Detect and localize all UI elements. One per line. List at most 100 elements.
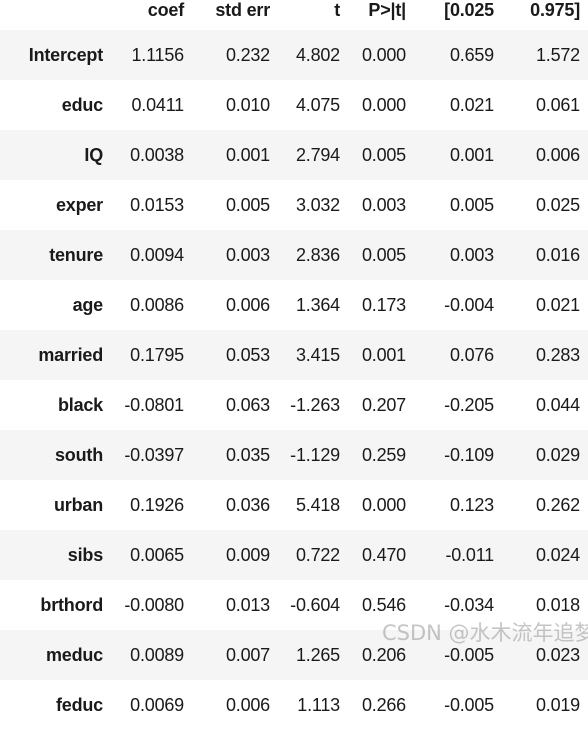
cell-std-err: 0.009: [192, 530, 278, 580]
cell-coef: 0.0038: [112, 130, 192, 180]
table-header-row: coef std err t P>|t| [0.025 0.975]: [0, 0, 588, 30]
column-header-ci-high: 0.975]: [530, 0, 580, 20]
cell-ci-low: -0.005: [414, 630, 502, 680]
cell-ci-high: 0.023: [502, 630, 588, 680]
cell-ci-high: 0.018: [502, 580, 588, 630]
table-row: age 0.0086 0.006 1.364 0.173 -0.004 0.021: [0, 280, 588, 330]
cell-t: 5.418: [278, 480, 348, 530]
cell-pvalue: 0.206: [348, 630, 414, 680]
cell-t: 1.113: [278, 680, 348, 730]
cell-coef: 0.1926: [112, 480, 192, 530]
column-header-ci-low: [0.025: [444, 0, 494, 20]
cell-coef: 1.1156: [112, 30, 192, 80]
cell-t: 1.265: [278, 630, 348, 680]
cell-pvalue: 0.000: [348, 30, 414, 80]
cell-t: 4.075: [278, 80, 348, 130]
cell-pvalue: 0.005: [348, 130, 414, 180]
cell-t: 3.032: [278, 180, 348, 230]
cell-ci-low: 0.005: [414, 180, 502, 230]
table-row: brthord -0.0080 0.013 -0.604 0.546 -0.034 0.01…: [0, 580, 588, 630]
row-label: black: [0, 380, 112, 430]
cell-coef: -0.0080: [112, 580, 192, 630]
cell-ci-high: 0.029: [502, 430, 588, 480]
cell-t: 2.794: [278, 130, 348, 180]
cell-ci-low: -0.205: [414, 380, 502, 430]
cell-ci-high: 0.061: [502, 80, 588, 130]
table-row: IQ 0.0038 0.001 2.794 0.005 0.001 0.006: [0, 130, 588, 180]
cell-coef: 0.0411: [112, 80, 192, 130]
cell-coef: 0.0089: [112, 630, 192, 680]
cell-std-err: 0.013: [192, 580, 278, 630]
cell-ci-low: 0.021: [414, 80, 502, 130]
cell-std-err: 0.035: [192, 430, 278, 480]
table-row: married 0.1795 0.053 3.415 0.001 0.076 0.283: [0, 330, 588, 380]
table-body: Intercept 1.1156 0.232 4.802 0.000 0.659 1.572…: [0, 30, 588, 730]
table-row: black -0.0801 0.063 -1.263 0.207 -0.205 0.044: [0, 380, 588, 430]
regression-results-table: coef std err t P>|t| [0.025 0.975] Inter…: [0, 0, 588, 730]
column-header-t: t: [334, 0, 340, 20]
cell-coef: 0.0153: [112, 180, 192, 230]
table-row: exper 0.0153 0.005 3.032 0.003 0.005 0.025: [0, 180, 588, 230]
cell-std-err: 0.063: [192, 380, 278, 430]
row-label: sibs: [0, 530, 112, 580]
cell-ci-high: 0.025: [502, 180, 588, 230]
cell-ci-low: -0.109: [414, 430, 502, 480]
cell-ci-high: 0.021: [502, 280, 588, 330]
cell-pvalue: 0.000: [348, 80, 414, 130]
cell-std-err: 0.005: [192, 180, 278, 230]
row-label: urban: [0, 480, 112, 530]
cell-coef: 0.0094: [112, 230, 192, 280]
column-header-variable: [0, 0, 112, 30]
cell-ci-low: -0.005: [414, 680, 502, 730]
cell-std-err: 0.001: [192, 130, 278, 180]
table-row: tenure 0.0094 0.003 2.836 0.005 0.003 0.016: [0, 230, 588, 280]
cell-t: -0.604: [278, 580, 348, 630]
cell-ci-low: 0.123: [414, 480, 502, 530]
cell-std-err: 0.006: [192, 680, 278, 730]
cell-coef: 0.0086: [112, 280, 192, 330]
column-header-pvalue: P>|t|: [368, 0, 406, 20]
cell-ci-high: 0.044: [502, 380, 588, 430]
cell-ci-low: 0.003: [414, 230, 502, 280]
cell-std-err: 0.232: [192, 30, 278, 80]
row-label: age: [0, 280, 112, 330]
cell-pvalue: 0.173: [348, 280, 414, 330]
cell-pvalue: 0.005: [348, 230, 414, 280]
cell-coef: 0.0065: [112, 530, 192, 580]
cell-std-err: 0.007: [192, 630, 278, 680]
cell-pvalue: 0.546: [348, 580, 414, 630]
cell-pvalue: 0.207: [348, 380, 414, 430]
cell-t: 1.364: [278, 280, 348, 330]
cell-std-err: 0.010: [192, 80, 278, 130]
row-label: exper: [0, 180, 112, 230]
cell-pvalue: 0.000: [348, 480, 414, 530]
cell-ci-low: 0.076: [414, 330, 502, 380]
cell-pvalue: 0.001: [348, 330, 414, 380]
cell-std-err: 0.003: [192, 230, 278, 280]
row-label: educ: [0, 80, 112, 130]
column-header-coef: coef: [147, 0, 184, 20]
cell-pvalue: 0.259: [348, 430, 414, 480]
cell-ci-high: 0.006: [502, 130, 588, 180]
cell-ci-high: 0.283: [502, 330, 588, 380]
column-header-std-err: std err: [215, 0, 270, 20]
table-row: urban 0.1926 0.036 5.418 0.000 0.123 0.262: [0, 480, 588, 530]
cell-ci-low: -0.004: [414, 280, 502, 330]
cell-std-err: 0.036: [192, 480, 278, 530]
table-row: sibs 0.0065 0.009 0.722 0.470 -0.011 0.024: [0, 530, 588, 580]
cell-coef: 0.0069: [112, 680, 192, 730]
cell-ci-low: 0.659: [414, 30, 502, 80]
row-label: IQ: [0, 130, 112, 180]
cell-ci-low: -0.011: [414, 530, 502, 580]
cell-t: -1.263: [278, 380, 348, 430]
table-header: coef std err t P>|t| [0.025 0.975]: [0, 0, 588, 30]
cell-std-err: 0.006: [192, 280, 278, 330]
cell-coef: 0.1795: [112, 330, 192, 380]
cell-ci-low: -0.034: [414, 580, 502, 630]
cell-ci-low: 0.001: [414, 130, 502, 180]
table-row: south -0.0397 0.035 -1.129 0.259 -0.109 0.029: [0, 430, 588, 480]
cell-pvalue: 0.266: [348, 680, 414, 730]
table-row: Intercept 1.1156 0.232 4.802 0.000 0.659 1.572: [0, 30, 588, 80]
cell-ci-high: 0.024: [502, 530, 588, 580]
row-label: south: [0, 430, 112, 480]
